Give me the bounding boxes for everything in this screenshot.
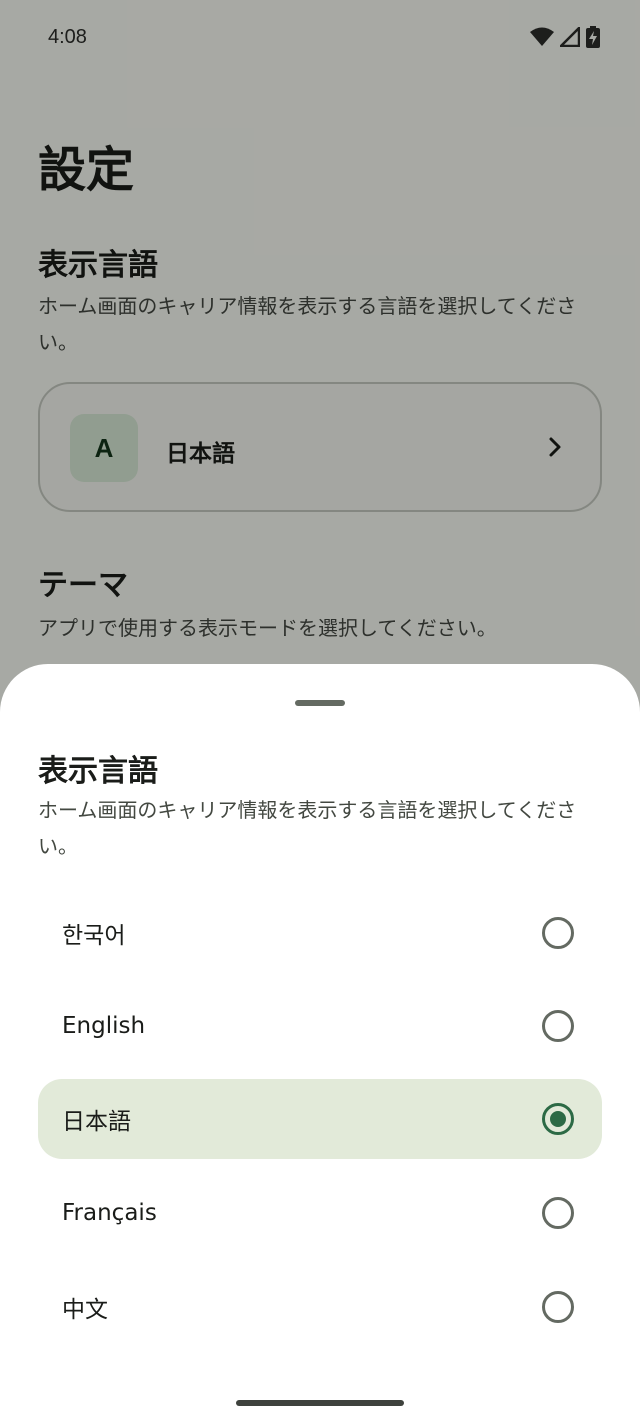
radio-button[interactable] xyxy=(542,1197,574,1229)
language-option-french[interactable]: Français xyxy=(38,1173,602,1253)
language-option-korean[interactable]: 한국어 xyxy=(38,893,602,973)
radio-button[interactable] xyxy=(542,1010,574,1042)
option-label: Français xyxy=(62,1200,157,1226)
language-option-chinese[interactable]: 中文 xyxy=(38,1267,602,1347)
drag-handle[interactable] xyxy=(295,700,345,706)
gesture-navigation-bar[interactable] xyxy=(236,1400,404,1406)
sheet-description: ホーム画面のキャリア情報を表示する言語を選択してください。 xyxy=(38,798,577,858)
radio-button[interactable] xyxy=(542,1291,574,1323)
option-label: 한국어 xyxy=(62,923,126,949)
option-label: 中文 xyxy=(62,1297,108,1323)
radio-button-selected[interactable] xyxy=(542,1103,574,1135)
language-option-english[interactable]: English xyxy=(38,986,602,1066)
language-bottom-sheet: 表示言語 ホーム画面のキャリア情報を表示する言語を選択してください。 한국어 E… xyxy=(0,664,640,1422)
language-option-japanese[interactable]: 日本語 xyxy=(38,1079,602,1159)
option-label: English xyxy=(62,1013,146,1039)
option-label: 日本語 xyxy=(62,1109,131,1135)
radio-button[interactable] xyxy=(542,917,574,949)
sheet-title: 表示言語 xyxy=(38,754,158,789)
